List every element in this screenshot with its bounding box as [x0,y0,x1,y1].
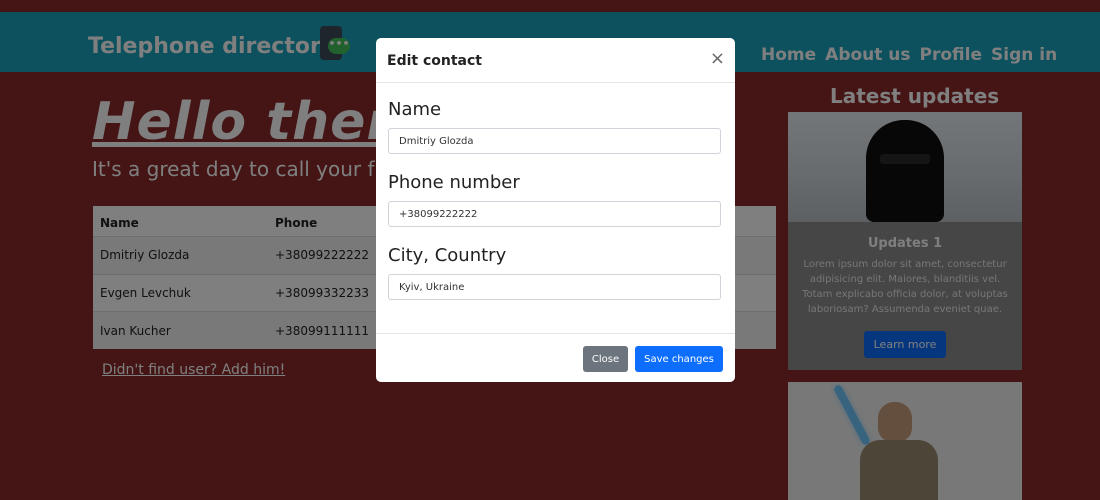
phone-field[interactable] [388,201,721,227]
city-label: City, Country [388,245,507,266]
save-changes-button[interactable]: Save changes [635,346,723,372]
name-label: Name [388,99,442,120]
name-field[interactable] [388,128,721,154]
edit-contact-modal: Edit contact × Name Phone number City, C… [376,38,735,382]
phone-label: Phone number [388,172,520,193]
close-button[interactable]: Close [583,346,628,372]
modal-body: Name Phone number City, Country [376,99,735,350]
city-field[interactable] [388,274,721,300]
modal-header: Edit contact × [376,38,735,83]
modal-footer: Close Save changes [376,333,735,382]
modal-title: Edit contact [387,53,482,69]
close-icon[interactable]: × [710,50,725,68]
